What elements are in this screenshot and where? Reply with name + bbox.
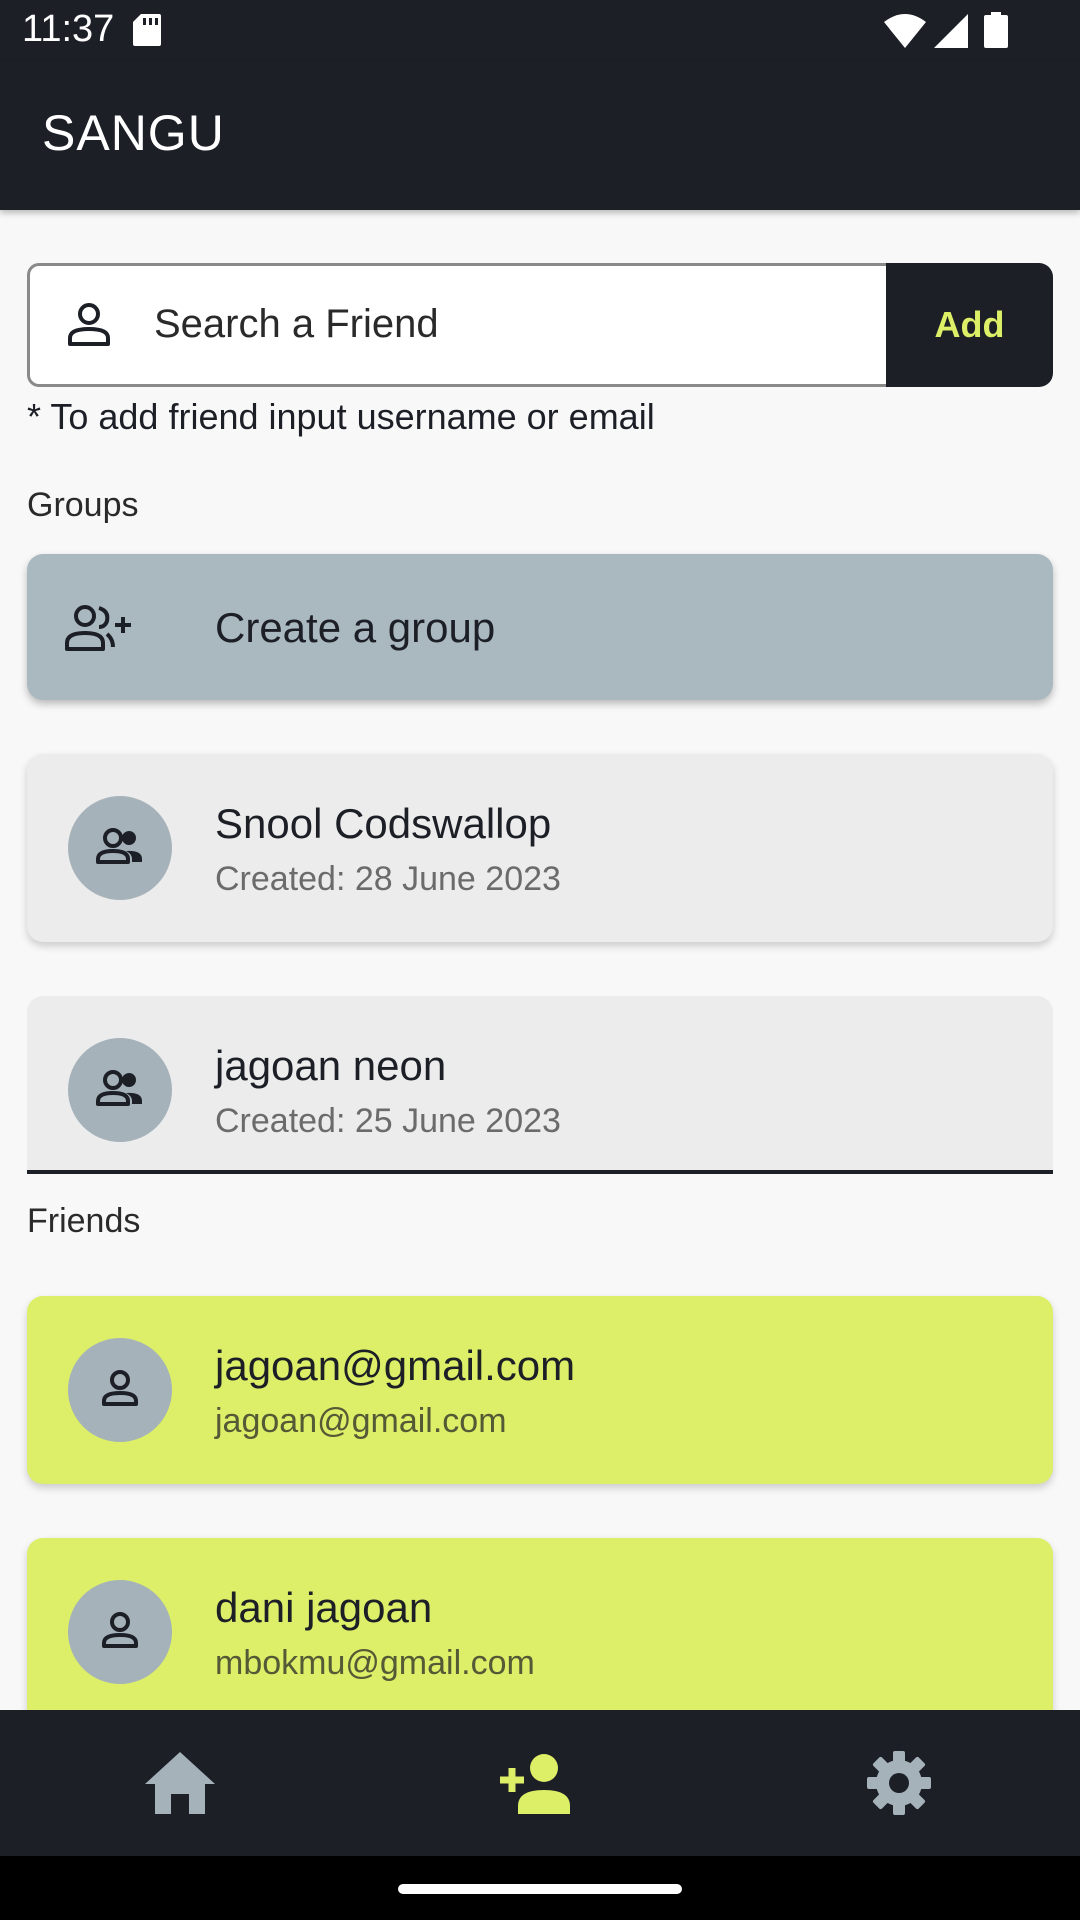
main-content[interactable]: Search a Friend Add * To add friend inpu…	[0, 210, 1080, 1710]
battery-icon	[984, 12, 1008, 48]
search-input[interactable]: Search a Friend	[27, 263, 886, 387]
friend-avatar	[68, 1580, 172, 1684]
wifi-icon	[884, 14, 926, 48]
app-title: SANGU	[42, 105, 225, 161]
group-avatar	[68, 1038, 172, 1142]
person-icon	[68, 303, 110, 346]
search-row: Search a Friend Add	[27, 263, 1053, 387]
bottom-nav	[0, 1710, 1080, 1856]
group-add-icon	[65, 605, 131, 651]
create-group-button[interactable]: Create a group	[27, 554, 1053, 700]
friend-name: dani jagoan	[215, 1584, 433, 1631]
add-friend-button[interactable]: Add	[886, 263, 1053, 387]
friend-email: jagoan@gmail.com	[215, 1402, 507, 1440]
group-icon	[96, 828, 142, 864]
home-icon[interactable]	[143, 1750, 217, 1816]
friends-section-label: Friends	[27, 1202, 141, 1240]
person-icon	[102, 1612, 138, 1648]
search-hint: * To add friend input username or email	[27, 396, 655, 437]
group-avatar	[68, 796, 172, 900]
friend-email: mbokmu@gmail.com	[215, 1644, 535, 1682]
section-divider	[27, 1170, 1053, 1174]
status-bar: 11:37	[0, 0, 1080, 62]
friend-avatar	[68, 1338, 172, 1442]
gesture-bar	[0, 1856, 1080, 1920]
group-created-date: Created: 28 June 2023	[215, 860, 561, 898]
gear-icon[interactable]	[862, 1750, 936, 1816]
group-card[interactable]: Snool Codswallop Created: 28 June 2023	[27, 754, 1053, 942]
status-time: 11:37	[22, 8, 115, 50]
friend-card[interactable]: jagoan@gmail.com jagoan@gmail.com	[27, 1296, 1053, 1484]
friend-card[interactable]: dani jagoan mbokmu@gmail.com	[27, 1538, 1053, 1710]
group-name: jagoan neon	[215, 1042, 447, 1089]
friend-name: jagoan@gmail.com	[215, 1342, 576, 1389]
person-add-icon[interactable]	[500, 1750, 574, 1816]
signal-icon	[934, 14, 968, 48]
group-icon	[96, 1070, 142, 1106]
group-created-date: Created: 25 June 2023	[215, 1102, 561, 1140]
group-name: Snool Codswallop	[215, 800, 552, 847]
group-card[interactable]: jagoan neon Created: 25 June 2023	[27, 996, 1053, 1170]
search-placeholder: Search a Friend	[154, 302, 439, 346]
home-gesture-pill[interactable]	[398, 1884, 682, 1894]
sd-card-icon	[133, 14, 161, 46]
person-icon	[102, 1370, 138, 1406]
groups-section-label: Groups	[27, 486, 139, 524]
create-group-label: Create a group	[215, 604, 496, 651]
app-bar: SANGU	[0, 62, 1080, 210]
